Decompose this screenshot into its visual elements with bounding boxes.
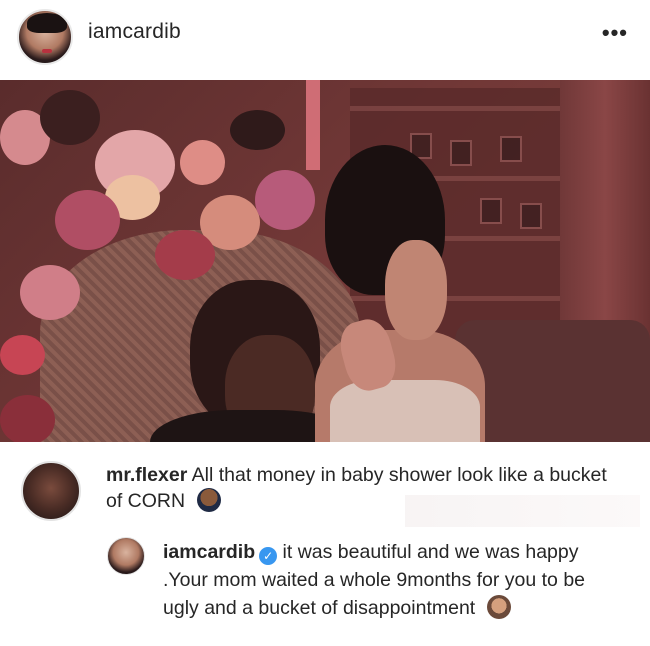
- man-emoji-icon: [196, 488, 221, 512]
- post-header: iamcardib •••: [0, 0, 650, 78]
- comment-username[interactable]: mr.flexer: [106, 464, 187, 486]
- comment-username[interactable]: iamcardib: [163, 541, 255, 563]
- pink-lamp: [306, 80, 320, 170]
- verified-badge-icon: ✓: [259, 547, 278, 565]
- post-photo[interactable]: [0, 80, 650, 442]
- woman-tipping-hand-emoji-icon: [486, 595, 511, 619]
- avatar-lips: [42, 49, 52, 53]
- comment-body: iamcardib ✓ it was beautiful and we was h…: [163, 538, 613, 622]
- avatar[interactable]: [107, 537, 145, 575]
- woman-dress: [330, 380, 480, 442]
- avatar-hair: [27, 13, 67, 33]
- comment: mr.flexer All that money in baby shower …: [0, 450, 650, 532]
- woman-face: [385, 240, 447, 340]
- more-options-icon[interactable]: •••: [602, 22, 628, 44]
- reply-comment: iamcardib ✓ it was beautiful and we was h…: [0, 530, 650, 646]
- avatar[interactable]: [21, 461, 81, 521]
- avatar[interactable]: [17, 9, 73, 65]
- comment-body: mr.flexer All that money in baby shower …: [106, 462, 616, 514]
- post-username[interactable]: iamcardib: [88, 20, 181, 44]
